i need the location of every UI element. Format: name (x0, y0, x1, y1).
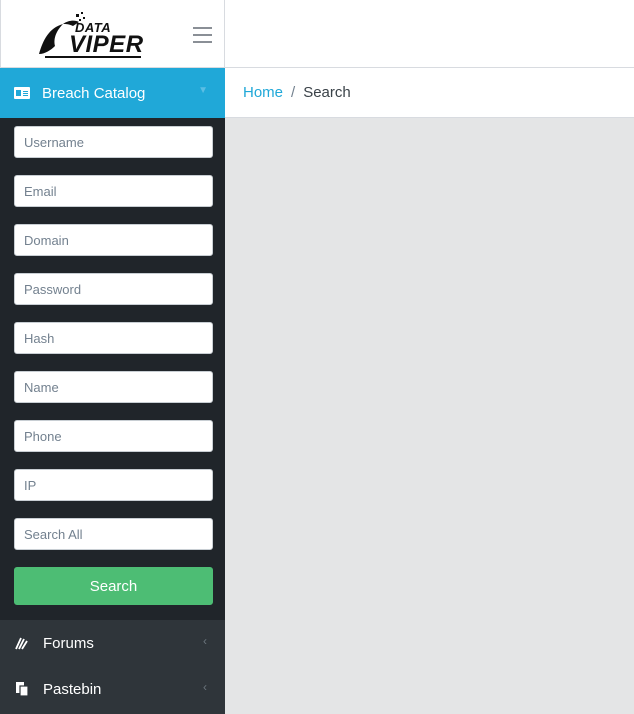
sidebar: Breach Catalog ▼ Search Forums ‹ (0, 68, 225, 714)
chevron-down-icon: ▼ (198, 85, 208, 96)
sidebar-item-pastebin[interactable]: Pastebin ‹ (0, 666, 225, 712)
id-card-icon (14, 87, 30, 99)
main-content (225, 118, 634, 714)
sidebar-item-breach-catalog[interactable]: Breach Catalog ▼ (0, 68, 225, 118)
top-header: DATA VIPER (0, 0, 634, 68)
sidebar-item-forums[interactable]: Forums ‹ (0, 620, 225, 666)
breadcrumb-home-link[interactable]: Home (243, 84, 283, 101)
sidebar-item-label: Forums (43, 634, 94, 652)
ip-field[interactable] (14, 469, 213, 501)
email-field[interactable] (14, 175, 213, 207)
hash-field[interactable] (14, 322, 213, 354)
logo-text-viper: VIPER (69, 31, 144, 58)
brand: DATA VIPER (0, 0, 225, 68)
search-form: Search (0, 118, 225, 620)
phone-field[interactable] (14, 420, 213, 452)
forums-icon (14, 635, 30, 651)
sidebar-item-label: Pastebin (43, 680, 102, 698)
sidebar-item-label: Breach Catalog (42, 84, 146, 102)
chevron-left-icon: ‹ (203, 680, 207, 694)
pastebin-icon (14, 681, 30, 697)
logo[interactable]: DATA VIPER (29, 10, 155, 60)
app-root: DATA VIPER Breach Catalog ▼ Search (0, 0, 634, 714)
domain-field[interactable] (14, 224, 213, 256)
username-field[interactable] (14, 126, 213, 158)
breadcrumb: Home / Search (225, 68, 634, 118)
name-field[interactable] (14, 371, 213, 403)
chevron-left-icon: ‹ (203, 634, 207, 648)
breadcrumb-current: Search (303, 84, 351, 101)
breadcrumb-separator: / (291, 84, 296, 101)
hamburger-menu-icon[interactable] (193, 27, 212, 43)
password-field[interactable] (14, 273, 213, 305)
search-all-field[interactable] (14, 518, 213, 550)
search-button[interactable]: Search (14, 567, 213, 605)
